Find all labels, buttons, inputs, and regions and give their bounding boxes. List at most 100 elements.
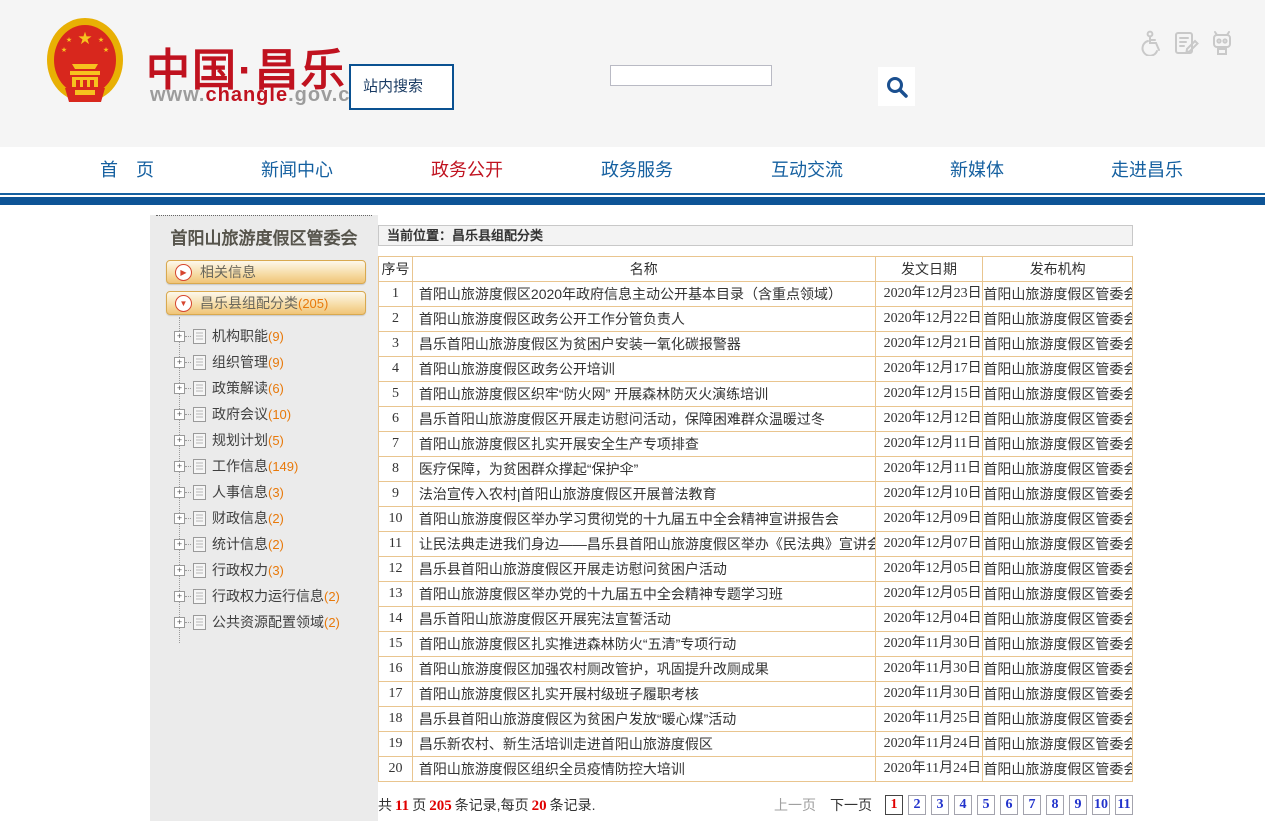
next-page-button[interactable]: 下一页: [830, 795, 872, 815]
row-date: 2020年12月22日: [875, 307, 983, 331]
tree-item[interactable]: + 政府会议 (10): [174, 401, 378, 427]
row-title-link[interactable]: 首阳山旅游度假区织牢“防火网” 开展森林防灭火演练培训: [419, 386, 768, 402]
table-row: 2 首阳山旅游度假区政务公开工作分管负责人 2020年12月22日 首阳山旅游度…: [379, 306, 1132, 331]
row-title-link[interactable]: 昌乐县首阳山旅游度假区开展走访慰问贫困户活动: [419, 561, 727, 577]
tree-item[interactable]: + 政策解读 (6): [174, 375, 378, 401]
nav-item[interactable]: 政务公开: [382, 147, 552, 193]
row-title-link[interactable]: 首阳山旅游度假区扎实开展安全生产专项排查: [419, 436, 699, 452]
row-number: 9: [379, 482, 412, 506]
tree-item[interactable]: + 工作信息 (149): [174, 453, 378, 479]
row-title-cell: 昌乐新农村、新生活培训走进首阳山旅游度假区: [412, 732, 875, 756]
tree-stub-line: [185, 414, 191, 415]
row-title-link[interactable]: 昌乐新农村、新生活培训走进首阳山旅游度假区: [419, 736, 713, 752]
search-button[interactable]: [878, 67, 915, 106]
page-number-button[interactable]: 6: [1000, 795, 1018, 815]
row-title-link[interactable]: 昌乐首阳山旅游度假区为贫困户安装一氧化碳报警器: [419, 336, 741, 352]
row-title-link[interactable]: 首阳山旅游度假区加强农村厕改管护，巩固提升改厕成果: [419, 661, 769, 677]
tree-item[interactable]: + 规划计划 (5): [174, 427, 378, 453]
accessibility-icon[interactable]: [1137, 30, 1163, 56]
row-title-link[interactable]: 昌乐首阳山旅游度假区开展走访慰问活动，保障困难群众温暖过冬: [419, 411, 825, 427]
nav-item[interactable]: 首 页: [42, 147, 212, 193]
tree-expand-icon[interactable]: +: [174, 461, 185, 472]
row-date: 2020年12月05日: [875, 557, 983, 581]
page-number-button[interactable]: 2: [908, 795, 926, 815]
table-row: 13 首阳山旅游度假区举办党的十九届五中全会精神专题学习班 2020年12月05…: [379, 581, 1132, 606]
tree-item[interactable]: + 行政权力 (3): [174, 557, 378, 583]
row-title-link[interactable]: 首阳山旅游度假区政务公开培训: [419, 361, 615, 377]
tree-item-count: (9): [268, 329, 284, 344]
tree-expand-icon[interactable]: +: [174, 513, 185, 524]
page-number-button[interactable]: 7: [1023, 795, 1041, 815]
row-title-link[interactable]: 首阳山旅游度假区政务公开工作分管负责人: [419, 311, 685, 327]
tree-item[interactable]: + 统计信息 (2): [174, 531, 378, 557]
nav-item[interactable]: 新媒体: [892, 147, 1062, 193]
row-title-link[interactable]: 让民法典走进我们身边——昌乐县首阳山旅游度假区举办《民法典》宣讲会: [419, 536, 875, 552]
tree-expand-icon[interactable]: +: [174, 591, 185, 602]
tree-item[interactable]: + 行政权力运行信息 (2): [174, 583, 378, 609]
row-title-link[interactable]: 首阳山旅游度假区组织全员疫情防控大培训: [419, 761, 685, 777]
tree-item[interactable]: + 财政信息 (2): [174, 505, 378, 531]
svg-text:★: ★: [61, 46, 67, 54]
page-number-button[interactable]: 8: [1046, 795, 1064, 815]
tree-item[interactable]: + 组织管理 (9): [174, 349, 378, 375]
tree-item[interactable]: + 机构职能 (9): [174, 323, 378, 349]
row-date: 2020年12月05日: [875, 582, 983, 606]
row-number: 7: [379, 432, 412, 456]
site-search-input[interactable]: [610, 65, 772, 86]
tree-item-count: (2): [324, 589, 340, 604]
row-title-cell: 首阳山旅游度假区扎实推进森林防火“五清”专项行动: [412, 632, 875, 656]
page-number-button[interactable]: 5: [977, 795, 995, 815]
sidebar: 首阳山旅游度假区管委会 ▶ 相关信息 ▼ 昌乐县组配分类 (205): [150, 215, 378, 821]
sidebar-tree-items: + 机构职能 (9) +: [174, 323, 378, 635]
tree-expand-icon[interactable]: +: [174, 617, 185, 628]
nav-item[interactable]: 走进昌乐: [1062, 147, 1232, 193]
row-title-link[interactable]: 医疗保障，为贫困群众撑起“保护伞”: [419, 461, 638, 477]
main-nav-items: 首 页 新闻中心 政务公开 政务服务 互动交流 新媒体 走进昌乐: [42, 147, 1232, 193]
nav-item[interactable]: 政务服务: [552, 147, 722, 193]
row-title-link[interactable]: 首阳山旅游度假区扎实推进森林防火“五清”专项行动: [419, 636, 736, 652]
row-title-cell: 首阳山旅游度假区举办党的十九届五中全会精神专题学习班: [412, 582, 875, 606]
row-title-link[interactable]: 首阳山旅游度假区举办党的十九届五中全会精神专题学习班: [419, 586, 783, 602]
row-title-link[interactable]: 昌乐县首阳山旅游度假区为贫困户发放“暖心煤”活动: [419, 711, 736, 727]
page-number-button[interactable]: 4: [954, 795, 972, 815]
tree-expand-icon[interactable]: +: [174, 331, 185, 342]
row-agency: 首阳山旅游度假区管委会: [982, 707, 1132, 731]
row-title-link[interactable]: 法治宣传入农村|首阳山旅游度假区开展普法教育: [419, 486, 717, 502]
page-number-button[interactable]: 11: [1115, 795, 1133, 815]
row-title-link[interactable]: 首阳山旅游度假区举办学习贯彻党的十九届五中全会精神宣讲报告会: [419, 511, 839, 527]
tree-item-count: (10): [268, 407, 291, 422]
tree-expand-icon[interactable]: +: [174, 409, 185, 420]
tree-expand-icon[interactable]: +: [174, 565, 185, 576]
nav-item[interactable]: 新闻中心: [212, 147, 382, 193]
row-title-cell: 首阳山旅游度假区扎实开展安全生产专项排查: [412, 432, 875, 456]
tree-expand-icon[interactable]: +: [174, 435, 185, 446]
row-title-link[interactable]: 首阳山旅游度假区2020年政府信息主动公开基本目录（含重点领域）: [419, 286, 842, 302]
page-number-button[interactable]: 9: [1069, 795, 1087, 815]
page-number-button[interactable]: 3: [931, 795, 949, 815]
sidebar-category-button[interactable]: ▶ 相关信息: [166, 260, 366, 284]
tree-item-count: (2): [324, 615, 340, 630]
sidebar-category-button[interactable]: ▼ 昌乐县组配分类 (205): [166, 291, 366, 315]
tree-item-count: (6): [268, 381, 284, 396]
page-number-button[interactable]: 1: [885, 795, 903, 815]
content-edit-icon[interactable]: [1173, 30, 1199, 56]
tree-expand-icon[interactable]: +: [174, 357, 185, 368]
prev-page-button[interactable]: 上一页: [774, 795, 816, 815]
row-agency: 首阳山旅游度假区管委会: [982, 382, 1132, 406]
document-icon: [193, 329, 206, 344]
row-title-link[interactable]: 首阳山旅游度假区扎实开展村级班子履职考核: [419, 686, 699, 702]
row-number: 11: [379, 532, 412, 556]
tree-expand-icon[interactable]: +: [174, 383, 185, 394]
nav-item[interactable]: 互动交流: [722, 147, 892, 193]
tree-expand-icon[interactable]: +: [174, 487, 185, 498]
page-number-button[interactable]: 10: [1092, 795, 1110, 815]
tree-item[interactable]: + 公共资源配置领域 (2): [174, 609, 378, 635]
row-title-link[interactable]: 昌乐首阳山旅游度假区开展宪法宣誓活动: [419, 611, 671, 627]
tree-expand-icon[interactable]: +: [174, 539, 185, 550]
col-header-date: 发文日期: [875, 257, 983, 281]
row-agency: 首阳山旅游度假区管委会: [982, 332, 1132, 356]
row-date: 2020年11月24日: [875, 732, 983, 756]
tree-item[interactable]: + 人事信息 (3): [174, 479, 378, 505]
robot-icon[interactable]: [1209, 30, 1235, 56]
site-search-scope[interactable]: 站内搜索: [349, 64, 454, 110]
